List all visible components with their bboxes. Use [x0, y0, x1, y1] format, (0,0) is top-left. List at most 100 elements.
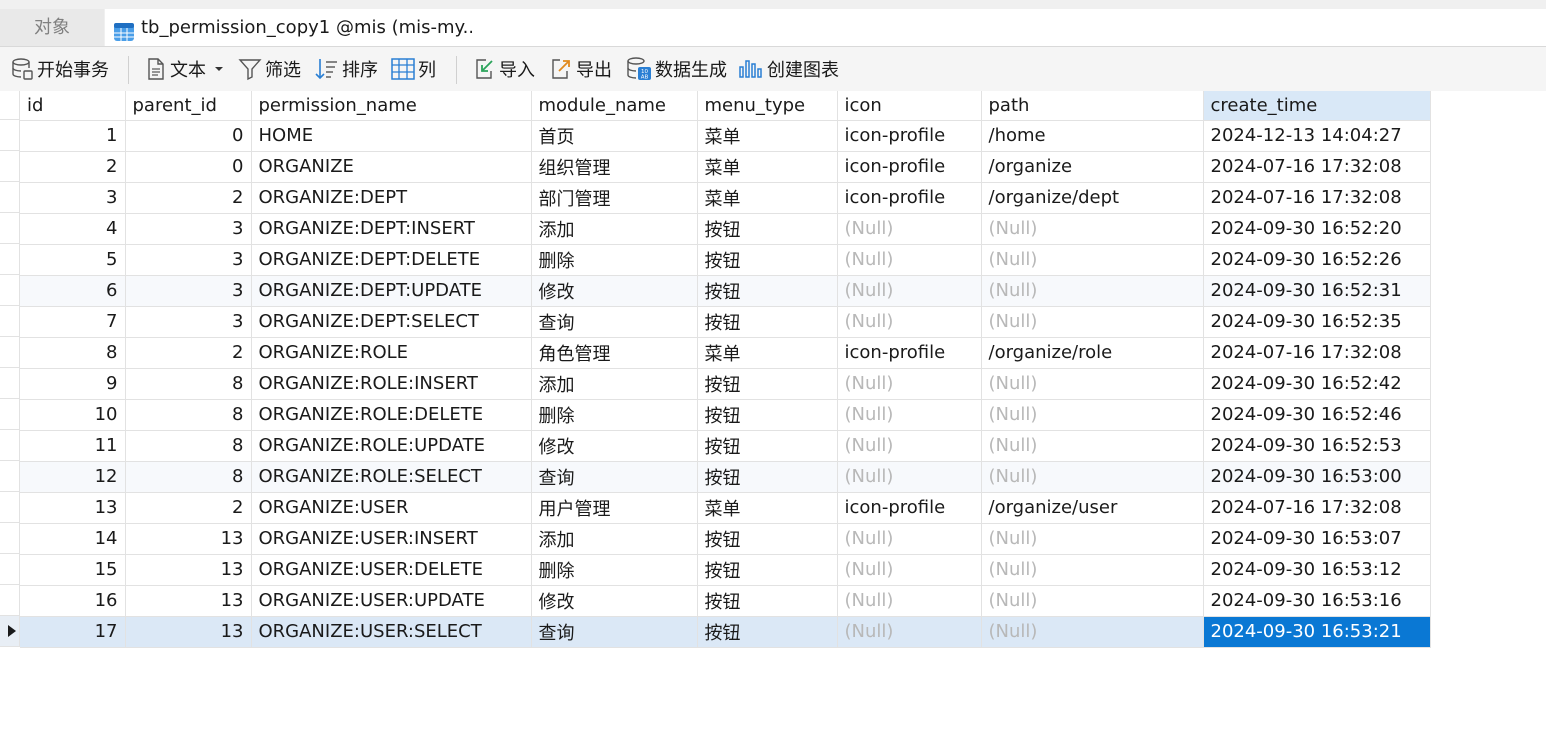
cell-module-name[interactable]: 添加	[531, 368, 698, 400]
cell-create-time[interactable]: 2024-07-16 17:32:08	[1203, 182, 1431, 214]
cell-module-name[interactable]: 角色管理	[531, 337, 698, 369]
cell-path[interactable]: (Null)	[981, 244, 1204, 276]
cell-module-name[interactable]: 添加	[531, 213, 698, 245]
cell-icon[interactable]: (Null)	[837, 244, 982, 276]
tab-objects[interactable]: 对象	[0, 9, 104, 46]
cell-menu-type[interactable]: 按钮	[697, 554, 838, 586]
cell-id[interactable]: 11	[20, 430, 126, 462]
cell-module-name[interactable]: 删除	[531, 399, 698, 431]
cell-id[interactable]: 8	[20, 337, 126, 369]
cell-parent-id[interactable]: 8	[125, 368, 252, 400]
cell-id[interactable]: 15	[20, 554, 126, 586]
cell-permission-name[interactable]: ORGANIZE:ROLE:SELECT	[251, 461, 532, 493]
cell-create-time[interactable]: 2024-09-30 16:52:20	[1203, 213, 1431, 245]
row-selector[interactable]	[0, 275, 19, 306]
cell-icon[interactable]: (Null)	[837, 368, 982, 400]
cell-create-time[interactable]: 2024-09-30 16:53:21	[1203, 616, 1431, 648]
cell-id[interactable]: 12	[20, 461, 126, 493]
cell-create-time[interactable]: 2024-07-16 17:32:08	[1203, 337, 1431, 369]
cell-menu-type[interactable]: 按钮	[697, 399, 838, 431]
cell-menu-type[interactable]: 按钮	[697, 461, 838, 493]
cell-icon[interactable]: (Null)	[837, 430, 982, 462]
table-row[interactable]: 9 8 ORGANIZE:ROLE:INSERT 添加 按钮 (Null) (Null) 20…	[20, 368, 1431, 400]
table-row[interactable]: 16 13 ORGANIZE:USER:UPDATE 修改 按钮 (Null) (Null)…	[20, 585, 1431, 617]
table-row[interactable]: 2 0 ORGANIZE 组织管理 菜单 icon-profile/organize 202…	[20, 151, 1431, 183]
table-row[interactable]: 1 0 HOME 首页 菜单 icon-profile/home 2024-12-13 14…	[20, 120, 1431, 152]
cell-parent-id[interactable]: 2	[125, 492, 252, 524]
data-generation-button[interactable]: 10 AB 数据生成	[626, 53, 727, 85]
cell-menu-type[interactable]: 菜单	[697, 120, 838, 152]
row-selector[interactable]	[0, 213, 19, 244]
cell-path[interactable]: /organize/user	[981, 492, 1204, 524]
column-header-menu-type[interactable]: menu_type	[697, 91, 838, 121]
cell-icon[interactable]: (Null)	[837, 399, 982, 431]
cell-id[interactable]: 9	[20, 368, 126, 400]
cell-module-name[interactable]: 删除	[531, 244, 698, 276]
cell-menu-type[interactable]: 按钮	[697, 430, 838, 462]
cell-parent-id[interactable]: 2	[125, 182, 252, 214]
column-header-parent-id[interactable]: parent_id	[125, 91, 252, 121]
cell-create-time[interactable]: 2024-07-16 17:32:08	[1203, 151, 1431, 183]
row-selector[interactable]	[0, 244, 19, 275]
cell-module-name[interactable]: 用户管理	[531, 492, 698, 524]
cell-permission-name[interactable]: ORGANIZE:USER:DELETE	[251, 554, 532, 586]
cell-menu-type[interactable]: 按钮	[697, 213, 838, 245]
cell-path[interactable]: /home	[981, 120, 1204, 152]
cell-permission-name[interactable]: ORGANIZE:DEPT:INSERT	[251, 213, 532, 245]
cell-icon[interactable]: icon-profile	[837, 182, 982, 214]
cell-menu-type[interactable]: 按钮	[697, 275, 838, 307]
cell-path[interactable]: (Null)	[981, 430, 1204, 462]
cell-id[interactable]: 1	[20, 120, 126, 152]
cell-id[interactable]: 7	[20, 306, 126, 338]
cell-menu-type[interactable]: 按钮	[697, 368, 838, 400]
cell-module-name[interactable]: 查询	[531, 461, 698, 493]
cell-path[interactable]: (Null)	[981, 461, 1204, 493]
cell-permission-name[interactable]: ORGANIZE:USER	[251, 492, 532, 524]
cell-menu-type[interactable]: 按钮	[697, 523, 838, 555]
cell-create-time[interactable]: 2024-09-30 16:52:46	[1203, 399, 1431, 431]
row-selector[interactable]	[0, 182, 19, 213]
cell-parent-id[interactable]: 8	[125, 461, 252, 493]
cell-path[interactable]: /organize/dept	[981, 182, 1204, 214]
cell-permission-name[interactable]: ORGANIZE	[251, 151, 532, 183]
cell-module-name[interactable]: 组织管理	[531, 151, 698, 183]
table-row[interactable]: 13 2 ORGANIZE:USER 用户管理 菜单 icon-profile/organ…	[20, 492, 1431, 524]
table-row[interactable]: 6 3 ORGANIZE:DEPT:UPDATE 修改 按钮 (Null) (Null) 20…	[20, 275, 1431, 307]
create-chart-button[interactable]: 创建图表	[738, 53, 839, 85]
cell-menu-type[interactable]: 按钮	[697, 616, 838, 648]
cell-create-time[interactable]: 2024-09-30 16:53:12	[1203, 554, 1431, 586]
cell-parent-id[interactable]: 0	[125, 120, 252, 152]
cell-icon[interactable]: (Null)	[837, 523, 982, 555]
cell-create-time[interactable]: 2024-09-30 16:53:07	[1203, 523, 1431, 555]
cell-parent-id[interactable]: 13	[125, 616, 252, 648]
cell-create-time[interactable]: 2024-09-30 16:52:26	[1203, 244, 1431, 276]
cell-menu-type[interactable]: 菜单	[697, 337, 838, 369]
row-selector[interactable]	[0, 585, 19, 616]
cell-icon[interactable]: (Null)	[837, 275, 982, 307]
table-row[interactable]: 5 3 ORGANIZE:DEPT:DELETE 删除 按钮 (Null) (Null) 20…	[20, 244, 1431, 276]
cell-permission-name[interactable]: ORGANIZE:DEPT:SELECT	[251, 306, 532, 338]
text-view-button[interactable]: 文本	[145, 53, 229, 85]
cell-module-name[interactable]: 部门管理	[531, 182, 698, 214]
tab-table-data[interactable]: tb_permission_copy1 @mis (mis-my...	[105, 9, 480, 46]
cell-create-time[interactable]: 2024-09-30 16:52:53	[1203, 430, 1431, 462]
cell-parent-id[interactable]: 3	[125, 244, 252, 276]
cell-icon[interactable]: (Null)	[837, 461, 982, 493]
row-selector[interactable]	[0, 461, 19, 492]
cell-create-time[interactable]: 2024-12-13 14:04:27	[1203, 120, 1431, 152]
cell-permission-name[interactable]: ORGANIZE:ROLE:INSERT	[251, 368, 532, 400]
cell-create-time[interactable]: 2024-07-16 17:32:08	[1203, 492, 1431, 524]
row-selector[interactable]	[0, 492, 19, 523]
cell-menu-type[interactable]: 按钮	[697, 306, 838, 338]
sort-button[interactable]: 排序	[315, 53, 378, 85]
cell-permission-name[interactable]: ORGANIZE:ROLE:UPDATE	[251, 430, 532, 462]
cell-path[interactable]: (Null)	[981, 275, 1204, 307]
cell-create-time[interactable]: 2024-09-30 16:53:00	[1203, 461, 1431, 493]
table-row[interactable]: 10 8 ORGANIZE:ROLE:DELETE 删除 按钮 (Null) (Null) 2…	[20, 399, 1431, 431]
columns-button[interactable]: 列	[391, 53, 436, 85]
cell-icon[interactable]: (Null)	[837, 554, 982, 586]
cell-create-time[interactable]: 2024-09-30 16:52:42	[1203, 368, 1431, 400]
cell-path[interactable]: /organize	[981, 151, 1204, 183]
column-header-path[interactable]: path	[981, 91, 1204, 121]
cell-id[interactable]: 16	[20, 585, 126, 617]
